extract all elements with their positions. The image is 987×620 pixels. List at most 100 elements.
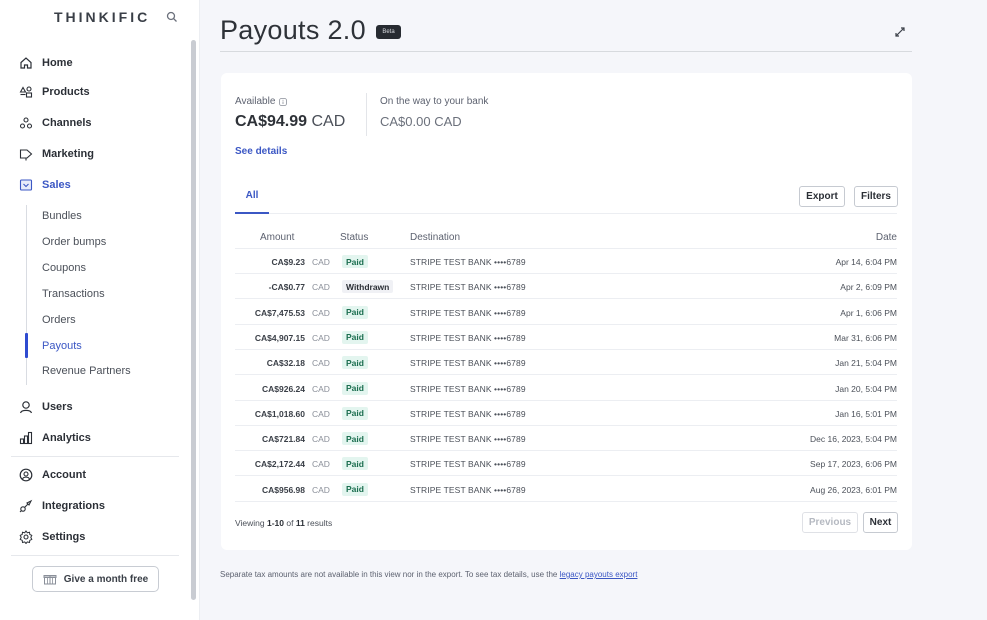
status-badge: Paid [342, 305, 368, 319]
status-badge: Paid [342, 482, 368, 496]
payout-amount: CA$956.98 [261, 484, 305, 495]
sidebar-item-products[interactable]: Products [19, 82, 90, 102]
legacy-payouts-export-link[interactable]: legacy payouts export [560, 570, 638, 579]
info-icon[interactable] [279, 97, 288, 106]
table-row[interactable]: CA$956.98 CAD Paid STRIPE TEST BANK ••••678… [235, 477, 897, 502]
table-row[interactable]: -CA$0.77 CAD Withdrawn STRIPE TEST BANK •••… [235, 274, 897, 300]
status-badge: Paid [342, 330, 368, 344]
brand-logo[interactable]: THINKIFIC [54, 9, 150, 25]
table-row[interactable]: CA$721.84 CAD Paid STRIPE TEST BANK ••••678… [235, 426, 897, 452]
column-header-date[interactable]: Date [876, 232, 897, 243]
payout-date: Apr 2, 6:09 PM [840, 282, 897, 293]
payout-amount: CA$4,907.15 [254, 332, 305, 343]
payout-date: Jan 21, 5:04 PM [835, 358, 897, 369]
see-details-link[interactable]: See details [235, 146, 287, 157]
sidebar-item-label: Home [42, 57, 73, 69]
sidebar-subitem-payouts[interactable]: Payouts [42, 340, 82, 352]
page-title: Payouts 2.0 [220, 15, 366, 45]
on-the-way-amount: CA$0.00 CAD [380, 114, 462, 129]
export-button[interactable]: Export [799, 186, 845, 207]
filters-button[interactable]: Filters [854, 186, 898, 207]
table-row[interactable]: CA$32.18 CAD Paid STRIPE TEST BANK ••••6789… [235, 350, 897, 376]
tab-all[interactable]: All [235, 190, 269, 201]
payout-destination: STRIPE TEST BANK ••••6789 [410, 484, 526, 495]
sidebar-item-label: Channels [42, 117, 92, 129]
column-header-status[interactable]: Status [340, 232, 368, 243]
available-amount: CA$94.99 CAD [235, 113, 346, 130]
table-row[interactable]: CA$4,907.15 CAD Paid STRIPE TEST BANK ••••6… [235, 325, 897, 350]
sales-icon [19, 178, 33, 192]
table-row[interactable]: CA$2,172.44 CAD Paid STRIPE TEST BANK ••••6… [235, 451, 897, 477]
sidebar-item-marketing[interactable]: Marketing [19, 144, 94, 164]
payout-destination: STRIPE TEST BANK ••••6789 [410, 383, 526, 394]
analytics-icon [19, 431, 33, 445]
submenu-active-indicator [25, 333, 28, 358]
expand-icon[interactable] [893, 25, 907, 39]
payout-amount: CA$32.18 [266, 358, 305, 369]
table-header: Amount Status Destination Date [235, 229, 897, 249]
status-badge: Paid [342, 457, 368, 471]
payout-destination: STRIPE TEST BANK ••••6789 [410, 408, 526, 419]
payout-amount: CA$1,018.60 [254, 408, 305, 419]
next-page-button[interactable]: Next [863, 512, 898, 533]
table-row[interactable]: CA$9.23 CAD Paid STRIPE TEST BANK ••••6789 A… [235, 249, 897, 274]
sidebar-divider [11, 555, 179, 556]
payout-destination: STRIPE TEST BANK ••••6789 [410, 257, 526, 267]
sidebar-item-home[interactable]: Home [19, 53, 73, 73]
table-row[interactable]: CA$7,475.53 CAD Paid STRIPE TEST BANK ••••6… [235, 300, 897, 325]
payout-currency: CAD [312, 484, 330, 495]
payout-amount: -CA$0.77 [268, 282, 305, 293]
status-badge: Paid [342, 255, 368, 268]
sidebar-item-analytics[interactable]: Analytics [19, 428, 91, 448]
give-month-free-label: Give a month free [63, 573, 149, 585]
payout-date: Jan 16, 5:01 PM [835, 408, 897, 419]
payout-currency: CAD [312, 282, 330, 293]
status-badge: Paid [342, 381, 368, 395]
payouts-card: Available CA$94.99 CAD On the way to you… [221, 73, 912, 550]
sidebar-subitem-bundles[interactable]: Bundles [42, 210, 82, 222]
sidebar-item-users[interactable]: Users [19, 397, 73, 417]
sidebar-subitem-revenue-partners[interactable]: Revenue Partners [42, 365, 131, 377]
payout-currency: CAD [312, 307, 330, 318]
beta-badge: Beta [376, 25, 401, 39]
user-icon [19, 400, 33, 414]
sidebar-item-channels[interactable]: Channels [19, 113, 92, 133]
table-row[interactable]: CA$1,018.60 CAD Paid STRIPE TEST BANK ••••6… [235, 401, 897, 426]
payout-date: Aug 26, 2023, 6:01 PM [810, 484, 897, 495]
sidebar-item-settings[interactable]: Settings [19, 527, 85, 547]
sidebar-subitem-coupons[interactable]: Coupons [42, 262, 86, 274]
pagination-summary: Viewing 1-10 of 11 results [235, 518, 333, 528]
sidebar-item-sales[interactable]: Sales [19, 175, 71, 195]
sidebar-scrollbar[interactable] [191, 40, 196, 600]
sidebar-item-label: Users [42, 401, 73, 413]
status-badge: Paid [342, 406, 368, 420]
sidebar-subitem-transactions[interactable]: Transactions [42, 288, 105, 300]
table-row[interactable]: CA$926.24 CAD Paid STRIPE TEST BANK ••••678… [235, 376, 897, 401]
column-header-amount[interactable]: Amount [260, 232, 294, 243]
payout-date: Apr 1, 6:06 PM [840, 307, 897, 318]
sidebar-item-integrations[interactable]: Integrations [19, 496, 105, 516]
sidebar-item-label: Settings [42, 531, 86, 543]
payout-date: Mar 31, 6:06 PM [834, 332, 897, 343]
on-the-way-label: On the way to your bank [380, 96, 489, 107]
sidebar-item-account[interactable]: Account [19, 465, 86, 485]
payout-destination: STRIPE TEST BANK ••••6789 [410, 332, 526, 343]
sidebar-item-label: Integrations [42, 500, 105, 512]
account-icon [19, 468, 33, 482]
search-icon[interactable] [166, 11, 178, 23]
sidebar-item-label: Marketing [42, 148, 94, 160]
status-badge: Withdrawn [342, 280, 394, 294]
previous-page-button[interactable]: Previous [802, 512, 858, 533]
sidebar-subitem-orders[interactable]: Orders [42, 314, 76, 326]
column-header-destination[interactable]: Destination [410, 232, 460, 243]
payout-destination: STRIPE TEST BANK ••••6789 [410, 459, 526, 470]
give-month-free-button[interactable]: Give a month free [32, 566, 159, 592]
payout-date: Jan 20, 5:04 PM [835, 383, 897, 394]
tax-note: Separate tax amounts are not available i… [220, 570, 638, 579]
tab-active-indicator [235, 212, 269, 214]
payout-currency: CAD [312, 358, 330, 369]
status-badge: Paid [342, 356, 368, 370]
sidebar-subitem-order-bumps[interactable]: Order bumps [42, 236, 106, 248]
payout-currency: CAD [312, 332, 330, 343]
payout-amount: CA$926.24 [261, 383, 305, 394]
